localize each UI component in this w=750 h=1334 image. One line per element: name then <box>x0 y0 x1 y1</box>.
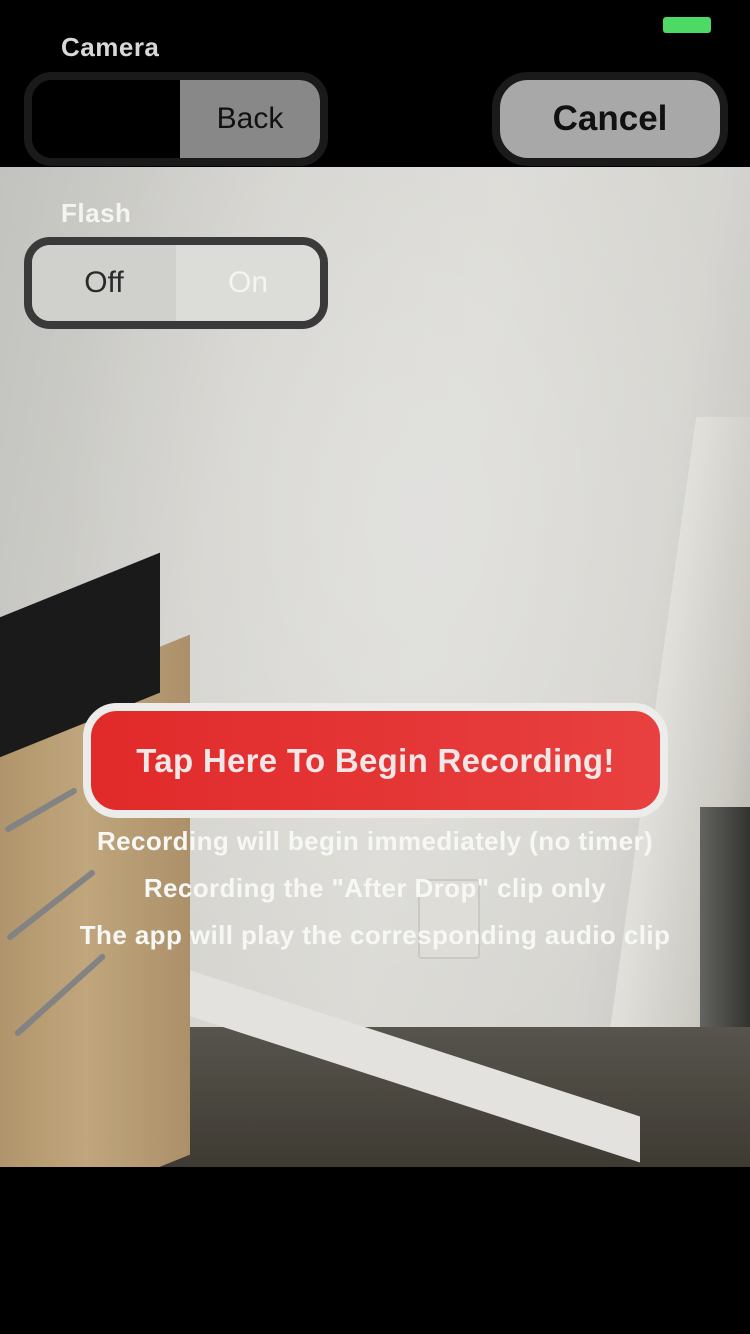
camera-title: Camera <box>61 32 160 62</box>
battery-icon <box>663 17 711 33</box>
camera-screen: Camera Back Cancel Flash Off On Tap Here… <box>0 0 750 1334</box>
flash-segmented-control: Off On <box>24 237 328 329</box>
flash-off-option[interactable]: Off <box>32 245 176 321</box>
back-segmented-control: Back <box>24 72 328 166</box>
bottom-bar <box>0 1167 750 1334</box>
cancel-button[interactable]: Cancel <box>492 72 728 166</box>
info-text-audio: The app will play the corresponding audi… <box>79 920 671 950</box>
flash-label: Flash <box>61 198 132 228</box>
begin-recording-button[interactable]: Tap Here To Begin Recording! <box>83 703 668 818</box>
flash-on-option[interactable]: On <box>176 245 320 321</box>
info-text-timer: Recording will begin immediately (no tim… <box>96 826 654 856</box>
back-segment-blank[interactable] <box>32 80 180 158</box>
back-button[interactable]: Back <box>180 80 320 158</box>
info-text-clip: Recording the "After Drop" clip only <box>143 873 607 903</box>
